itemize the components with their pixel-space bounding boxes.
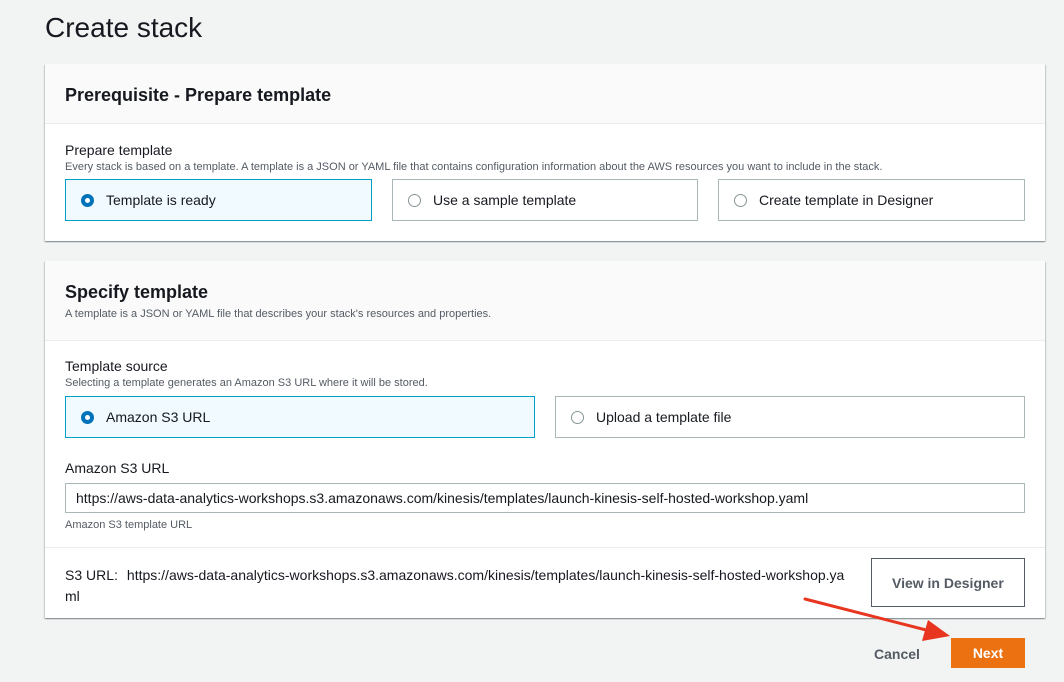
next-button[interactable]: Next — [951, 638, 1025, 668]
specify-template-panel: Specify template A template is a JSON or… — [45, 261, 1045, 618]
page-title: Create stack — [45, 12, 203, 43]
radio-button-icon — [81, 193, 94, 207]
divider — [45, 547, 1045, 548]
prerequisite-header: Prerequisite - Prepare template — [45, 64, 1045, 124]
prerequisite-panel: Prerequisite - Prepare template Prepare … — [45, 64, 1045, 241]
s3-url-label: Amazon S3 URL — [65, 460, 170, 476]
s3-url-display-label: S3 URL: — [65, 567, 118, 583]
option-label: Create template in Designer — [759, 192, 934, 208]
option-sample-template[interactable]: Use a sample template — [392, 179, 698, 221]
template-source-description: Selecting a template generates an Amazon… — [65, 377, 428, 389]
prepare-template-label: Prepare template — [65, 142, 173, 158]
option-designer[interactable]: Create template in Designer — [718, 179, 1025, 221]
s3-url-input[interactable] — [65, 483, 1025, 513]
option-s3-url[interactable]: Amazon S3 URL — [65, 396, 535, 438]
view-in-designer-button[interactable]: View in Designer — [871, 558, 1025, 607]
s3-url-display: S3 URL: https://aws-data-analytics-worksh… — [65, 565, 855, 607]
radio-button-icon — [571, 410, 584, 424]
cancel-button[interactable]: Cancel — [862, 640, 932, 668]
prepare-template-description: Every stack is based on a template. A te… — [65, 161, 883, 173]
prerequisite-title: Prerequisite - Prepare template — [65, 85, 332, 105]
option-label: Amazon S3 URL — [106, 409, 211, 425]
option-upload-file[interactable]: Upload a template file — [555, 396, 1025, 438]
option-template-ready[interactable]: Template is ready — [65, 179, 372, 221]
specify-template-header: Specify template A template is a JSON or… — [45, 261, 1045, 341]
specify-template-description: A template is a JSON or YAML file that d… — [65, 308, 492, 320]
radio-button-icon — [81, 410, 94, 424]
radio-button-icon — [408, 193, 421, 207]
template-source-label: Template source — [65, 358, 168, 374]
option-label: Template is ready — [106, 192, 216, 208]
specify-template-title: Specify template — [65, 282, 209, 302]
radio-button-icon — [734, 193, 747, 207]
s3-url-hint: Amazon S3 template URL — [65, 519, 193, 531]
option-label: Use a sample template — [433, 192, 577, 208]
s3-url-display-value: https://aws-data-analytics-workshops.s3.… — [65, 567, 845, 604]
option-label: Upload a template file — [596, 409, 732, 425]
